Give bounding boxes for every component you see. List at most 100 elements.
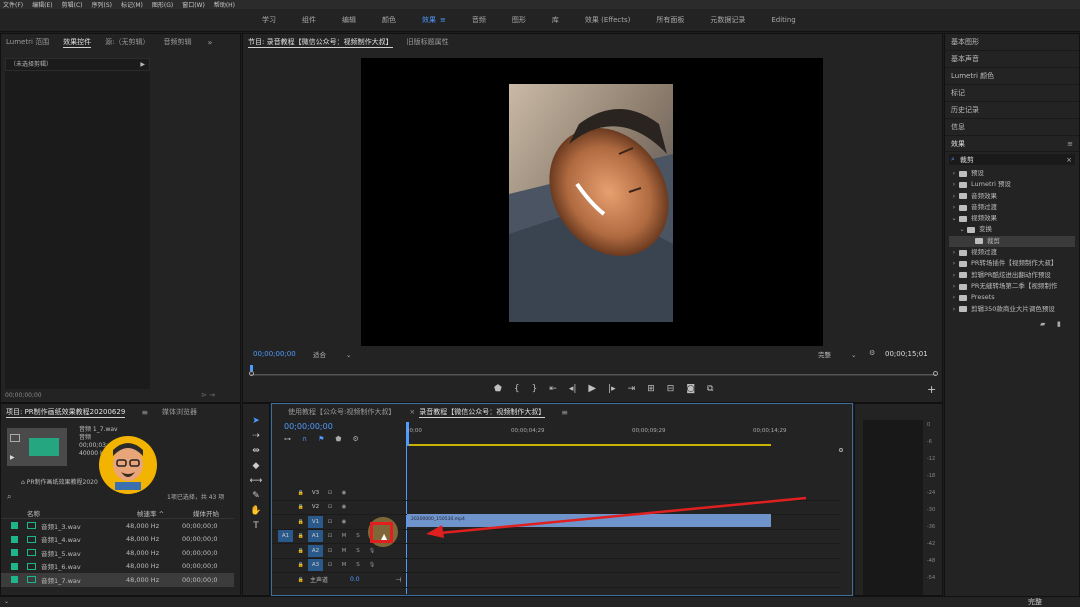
sync-lock-icon[interactable]: ⊡ xyxy=(323,490,337,496)
tree-arrow-icon[interactable]: › xyxy=(949,191,959,202)
hand-tool-icon[interactable]: ✋ xyxy=(250,504,261,519)
source-tab[interactable]: Lumetri 范围 xyxy=(6,37,49,47)
solo-icon[interactable]: S xyxy=(351,533,365,539)
workspace-tab[interactable]: 编辑 xyxy=(342,15,356,25)
sync-lock-icon[interactable]: ⊡ xyxy=(323,504,337,510)
menu-item[interactable]: 窗口(W) xyxy=(182,0,205,9)
voice-icon[interactable]: 🎙 xyxy=(365,548,379,554)
overflow-icon[interactable]: » xyxy=(208,38,213,47)
solo-icon[interactable]: S xyxy=(351,548,365,554)
right-panel-item[interactable]: 基本图形 xyxy=(945,34,1079,51)
tree-arrow-icon[interactable]: › xyxy=(949,270,959,281)
lock-icon[interactable]: 🔒 xyxy=(294,519,308,525)
list-item[interactable]: 音频1_7.wav 48,000 Hz 00;00;00;0 xyxy=(1,573,234,587)
right-panel-item[interactable]: 基本声音 xyxy=(945,51,1079,68)
source-patch[interactable] xyxy=(278,545,293,557)
time-ruler[interactable]: 00;00 00;00;04;29 00;00;09;29 00;00;14;29 xyxy=(406,422,841,446)
eye-icon[interactable]: ◉ xyxy=(337,504,351,510)
right-panel-item[interactable]: 信息 xyxy=(945,119,1079,136)
effects-tree-item[interactable]: 裁剪 xyxy=(949,235,1075,248)
mark-out-icon[interactable]: } xyxy=(532,384,538,394)
workspace-tab[interactable]: 元数据记录 xyxy=(710,15,745,25)
razor-tool-icon[interactable]: ◆ xyxy=(253,459,260,474)
effects-tree-item[interactable]: › PR转场插件【视频制作大叔】 xyxy=(949,258,1079,269)
master-end-icon[interactable]: ⊣ xyxy=(396,576,402,584)
menu-icon[interactable]: ≡ xyxy=(1067,140,1073,148)
list-item[interactable]: 音频1_3.wav 48,000 Hz 00;00;00;0 xyxy=(1,519,234,533)
effects-tree-item[interactable]: › Lumetri 预设 xyxy=(949,179,1079,190)
filter-icon[interactable]: ⊳ ⇥ xyxy=(201,391,215,399)
menu-item[interactable]: 剪辑(C) xyxy=(62,0,83,9)
source-tab[interactable]: 源:（无剪辑） xyxy=(105,37,149,47)
tree-arrow-icon[interactable]: › xyxy=(949,281,959,292)
effects-tree-item[interactable]: › 剪辑350款商业大片调色预设 xyxy=(949,304,1079,315)
effects-tree-item[interactable]: › Presets xyxy=(949,292,1079,303)
mute-icon[interactable]: M xyxy=(337,533,351,539)
workspace-tab[interactable]: 图形 xyxy=(512,15,526,25)
link-icon[interactable]: ⚑ xyxy=(318,435,324,443)
tree-arrow-icon[interactable]: › xyxy=(949,179,959,190)
selection-tool-icon[interactable]: ➤ xyxy=(252,414,260,429)
lock-icon[interactable]: 🔒 xyxy=(294,504,308,510)
clear-search-icon[interactable]: × xyxy=(1066,156,1072,164)
workspace-tab[interactable]: 颜色 xyxy=(382,15,396,25)
sync-lock-icon[interactable]: ⊡ xyxy=(323,548,337,554)
program-tab[interactable]: 旧版标题属性 xyxy=(407,37,449,47)
source-patch[interactable] xyxy=(278,559,293,571)
col-rate-header[interactable]: 帧速率 ^ xyxy=(137,508,193,518)
col-name-header[interactable]: 名称 xyxy=(27,508,137,518)
source-patch[interactable] xyxy=(278,487,293,499)
right-panel-item[interactable]: Lumetri 颜色 xyxy=(945,68,1079,85)
eye-icon[interactable]: ◉ xyxy=(337,519,351,525)
tree-arrow-icon[interactable]: ⌄ xyxy=(949,213,959,224)
snap-icon[interactable]: ∩ xyxy=(302,435,307,443)
list-item[interactable]: 音频1_5.wav 48,000 Hz 00;00;00;0 xyxy=(1,546,234,560)
effects-tree-item[interactable]: › 音频过渡 xyxy=(949,202,1079,213)
track-name[interactable]: V1 xyxy=(308,515,323,528)
menu-item[interactable]: 编辑(E) xyxy=(32,0,52,9)
eye-icon[interactable]: ◉ xyxy=(337,490,351,496)
workspace-tab[interactable]: 效果 (Effects) xyxy=(585,15,630,25)
go-to-out-icon[interactable]: ⇥ xyxy=(628,384,636,394)
effects-tree-item[interactable]: › 视频过渡 xyxy=(949,247,1079,258)
voice-icon[interactable]: 🎙 xyxy=(365,562,379,568)
source-tab[interactable]: 音频剪辑 xyxy=(164,37,192,47)
tree-arrow-icon[interactable]: › xyxy=(949,202,959,213)
vertical-scrollbar[interactable] xyxy=(839,448,843,588)
menu-icon[interactable]: ≡ xyxy=(561,408,568,417)
camera-icon[interactable]: ◙ xyxy=(686,384,695,394)
workspace-tab[interactable]: 学习 xyxy=(262,15,276,25)
track-name[interactable]: V2 xyxy=(308,501,323,513)
lock-icon[interactable]: 🔒 xyxy=(294,490,308,496)
tree-arrow-icon[interactable]: ⌄ xyxy=(957,224,967,235)
effects-tree-item[interactable]: ⌄ 视频效果 xyxy=(949,213,1079,224)
effects-search[interactable]: ⌕ 裁剪 × xyxy=(949,154,1075,165)
new-bin-icon[interactable]: ▰ xyxy=(1040,320,1045,328)
compare-icon[interactable]: ⧉ xyxy=(707,384,713,394)
workspace-menu-icon[interactable]: ≡ xyxy=(440,16,446,24)
settings-icon[interactable]: ⚙ xyxy=(353,435,359,443)
lock-icon[interactable]: 🔒 xyxy=(294,577,308,583)
track-name[interactable]: A1 xyxy=(308,530,323,543)
step-back-icon[interactable]: ◂| xyxy=(569,384,577,394)
source-patch[interactable] xyxy=(278,516,293,528)
project-tab[interactable]: 媒体浏览器 xyxy=(162,407,197,417)
tree-arrow-icon[interactable]: › xyxy=(949,258,959,269)
track-name[interactable]: V3 xyxy=(308,487,323,499)
menu-item[interactable]: 图形(G) xyxy=(152,0,173,9)
nest-icon[interactable]: ⊶ xyxy=(284,435,291,443)
workspace-tab[interactable]: 音频 xyxy=(472,15,486,25)
effects-tree-item[interactable]: › 音频效果 xyxy=(949,191,1079,202)
effects-tree-item[interactable]: › 预设 xyxy=(949,168,1079,179)
video-viewer[interactable] xyxy=(361,58,823,346)
source-patch[interactable]: A1 xyxy=(278,530,293,543)
lock-icon[interactable]: 🔒 xyxy=(294,533,308,539)
track-select-tool-icon[interactable]: ⇢ xyxy=(252,429,260,444)
wrench-icon[interactable]: ⚙ xyxy=(869,349,875,357)
sync-lock-icon[interactable]: ⊡ xyxy=(323,519,337,525)
go-to-in-icon[interactable]: ⇤ xyxy=(549,384,557,394)
workspace-tab[interactable]: Editing xyxy=(771,16,795,24)
extract-icon[interactable]: ⊟ xyxy=(667,384,675,394)
tree-arrow-icon[interactable]: › xyxy=(949,292,959,303)
effects-tree-item[interactable]: › 剪辑PR酷炫进出翻动作预设 xyxy=(949,270,1079,281)
